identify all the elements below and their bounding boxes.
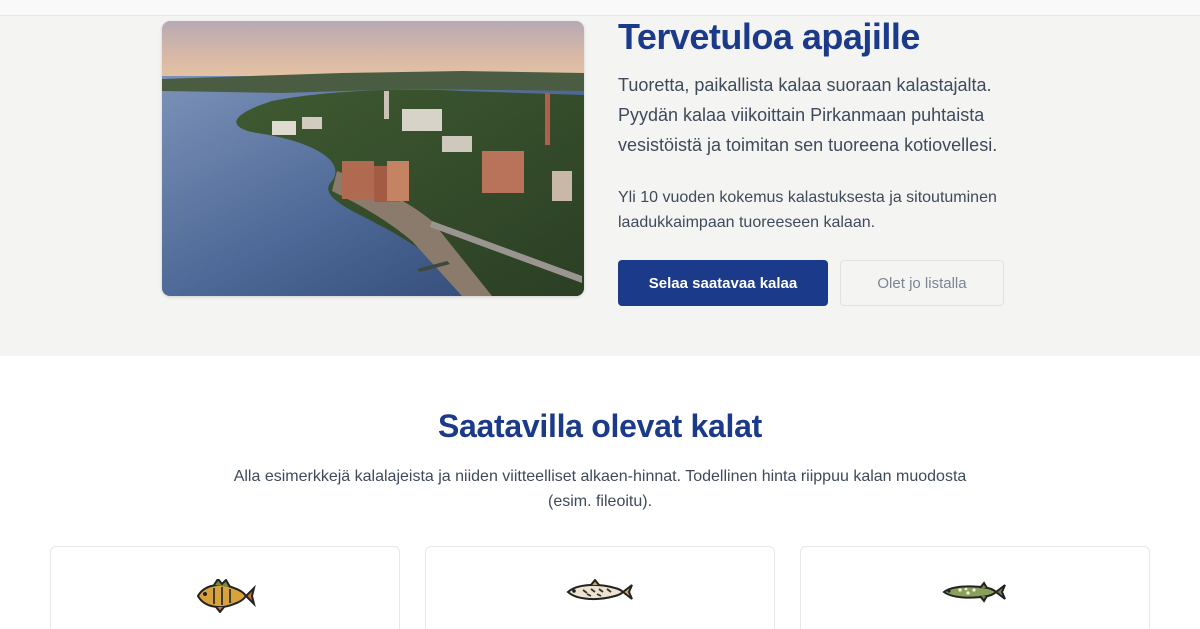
fish-card-perch[interactable] bbox=[50, 546, 400, 629]
hero-image-city-lake-aerial bbox=[162, 21, 584, 296]
already-on-list-button[interactable]: Olet jo listalla bbox=[840, 260, 1004, 306]
pike-icon bbox=[942, 579, 1008, 610]
hero-experience-text: Yli 10 vuoden kokemus kalastuksesta ja s… bbox=[618, 189, 997, 231]
perch-icon bbox=[194, 577, 256, 618]
fish-card-pike[interactable] bbox=[800, 546, 1150, 629]
hero-title: Tervetuloa apajille bbox=[618, 16, 920, 57]
fish-section-title: Saatavilla olevat kalat bbox=[438, 408, 762, 444]
whitefish-icon bbox=[565, 578, 635, 610]
hero-lead-text: Tuoretta, paikallista kalaa suoraan kala… bbox=[618, 75, 998, 155]
browse-fish-button[interactable]: Selaa saatavaa kalaa bbox=[618, 260, 828, 306]
fish-section-description: Alla esimerkkejä kalalajeista ja niiden … bbox=[233, 468, 967, 510]
hero-section: Tervetuloa apajille Tuoretta, paikallist… bbox=[0, 16, 1200, 356]
top-navigation-bar bbox=[0, 0, 1200, 16]
fish-card-whitefish[interactable] bbox=[425, 546, 775, 629]
